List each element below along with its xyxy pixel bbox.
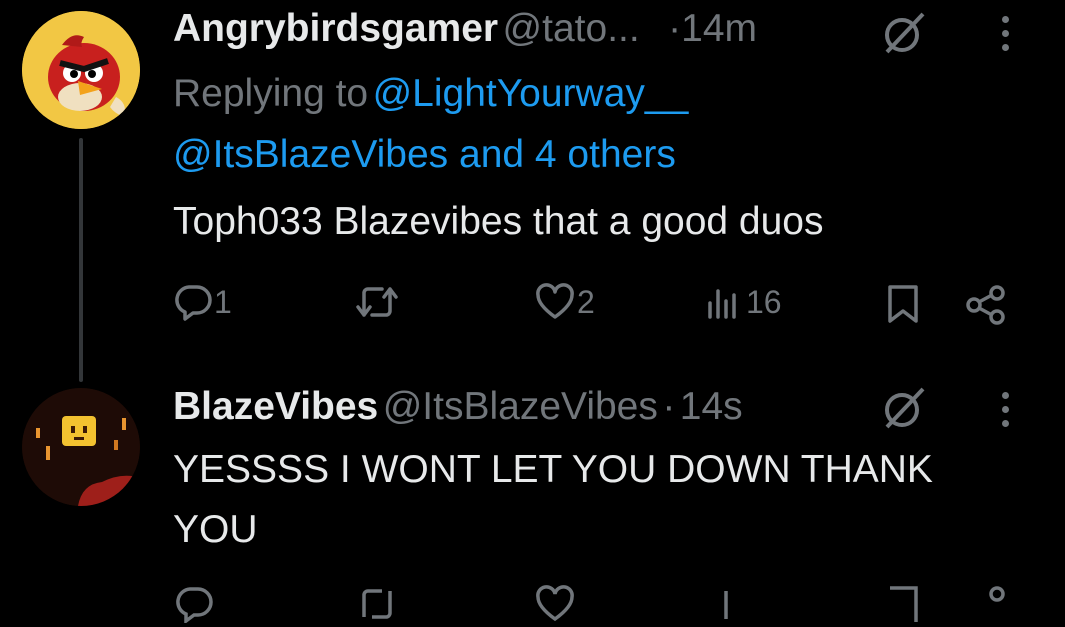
reply-button[interactable]: 1 [174,283,232,321]
timestamp[interactable]: 14m [681,7,757,50]
views-icon [708,289,736,319]
display-name[interactable]: Angrybirdsgamer [173,7,498,50]
share-icon[interactable] [964,585,1008,615]
handle[interactable]: @tato... [503,7,640,50]
bookmark-icon[interactable] [884,283,922,325]
reply-mention-1[interactable]: @LightYourway__ [373,72,689,115]
bookmark-icon[interactable] [884,585,922,622]
avatar[interactable] [22,11,140,129]
tweet-text-line-1: YESSSS I WONT LET YOU DOWN THANK [173,448,933,491]
like-icon [536,283,574,319]
views-count: 16 [746,283,782,320]
tweet-text-line-2: YOU [173,508,258,551]
views-button[interactable]: 16 [706,283,782,321]
reply-mention-2[interactable]: @ItsBlazeVibes and 4 others [173,133,676,176]
retweet-icon[interactable] [354,585,400,619]
replying-prefix: Replying to [173,72,369,115]
like-icon[interactable] [535,585,575,622]
reply-icon [175,285,212,321]
avatar[interactable] [22,388,140,506]
more-icon[interactable] [999,392,1011,427]
views-icon[interactable] [706,585,744,619]
like-button[interactable]: 2 [535,283,595,321]
thread-line [79,138,83,382]
like-count: 2 [577,283,595,320]
retweet-icon [356,287,398,317]
reply-count: 1 [214,283,232,320]
reply-icon[interactable] [174,585,214,623]
separator: · [662,385,676,428]
timestamp[interactable]: 14s [680,385,743,428]
share-icon[interactable] [964,283,1008,327]
handle[interactable]: @ItsBlazeVibes [383,385,658,428]
grok-icon[interactable] [878,383,930,433]
tweet-text: Toph033 Blazevibes that a good duos [173,200,824,243]
grok-icon[interactable] [878,8,930,58]
retweet-button[interactable] [354,283,400,321]
separator: · [668,7,682,50]
more-icon[interactable] [999,16,1011,51]
display-name[interactable]: BlazeVibes [173,385,378,428]
